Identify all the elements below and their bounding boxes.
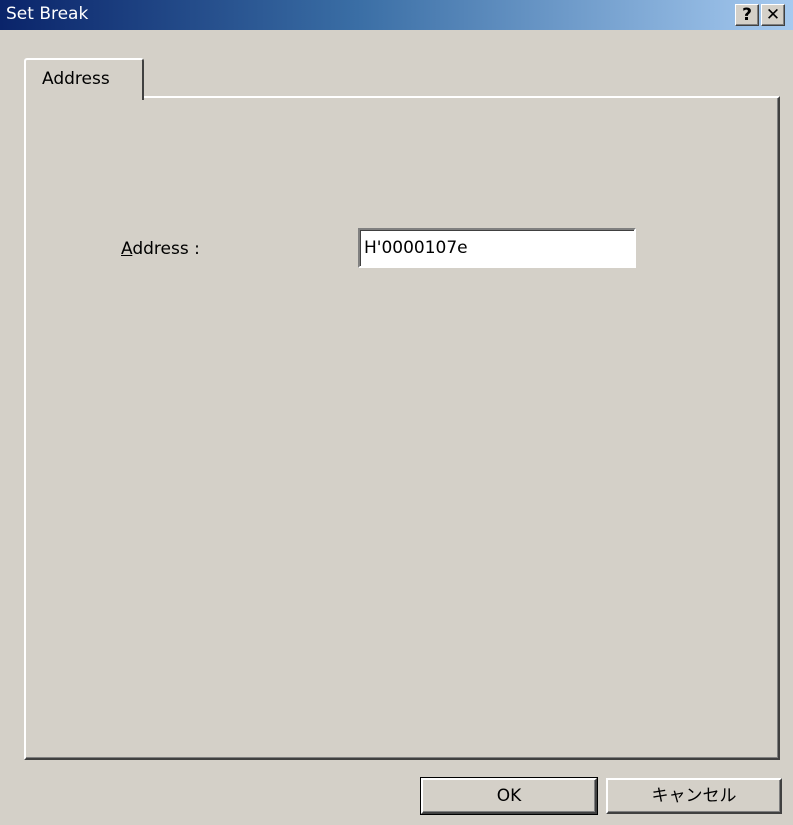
help-button[interactable]: ? [735, 4, 759, 26]
address-label-text: ddress : [132, 239, 200, 259]
close-icon: ✕ [765, 5, 781, 25]
tab-address[interactable]: Address [24, 58, 144, 100]
help-icon: ? [742, 5, 752, 25]
close-button[interactable]: ✕ [761, 4, 785, 26]
set-break-dialog: Set Break ? ✕ Address Address : OK キャンセル [0, 0, 793, 825]
tab-panel [24, 96, 780, 760]
ok-button[interactable]: OK [420, 777, 598, 815]
address-input[interactable] [358, 228, 636, 268]
tab-address-label: Address [42, 69, 110, 89]
cancel-button[interactable]: キャンセル [606, 778, 782, 814]
address-label: Address : [121, 239, 200, 259]
title-bar[interactable]: Set Break ? ✕ [0, 0, 793, 30]
window-title: Set Break [6, 4, 89, 24]
address-label-mnemonic: A [121, 239, 133, 259]
